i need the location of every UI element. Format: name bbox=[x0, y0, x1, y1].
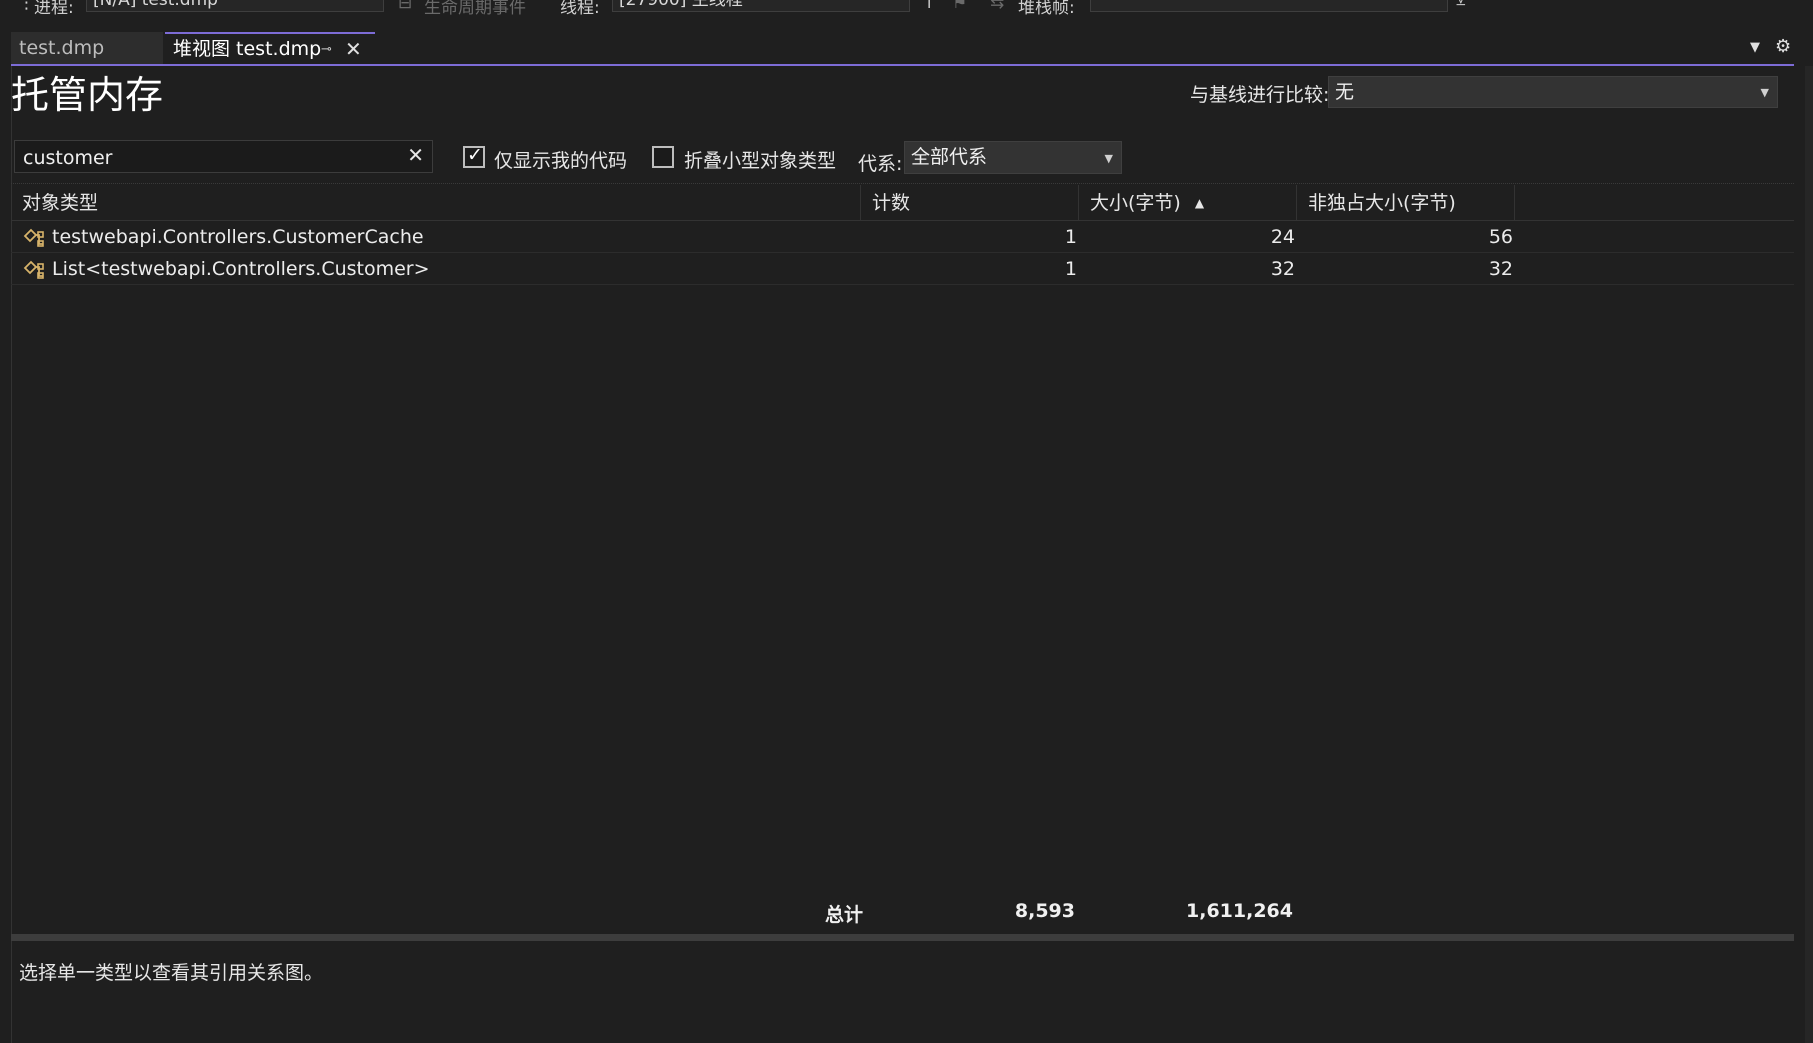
search-box: ✕ bbox=[14, 140, 433, 174]
lifecycle-events-button[interactable]: 生命周期事件 bbox=[424, 0, 526, 16]
process-value: [N/A] test.dmp bbox=[93, 0, 218, 10]
table-header: 对象类型 计数 大小(字节) ▲ 非独占大小(字节) bbox=[11, 185, 1794, 221]
document-tab-strip: test.dmp 堆视图 test.dmp ⊸ ✕ bbox=[0, 32, 1813, 66]
totals-size: 1,611,264 bbox=[1186, 900, 1293, 922]
checkmark-icon: ✓ bbox=[467, 144, 483, 166]
just-my-code-label[interactable]: 仅显示我的代码 bbox=[494, 146, 627, 173]
baseline-select[interactable]: 无 ▼ bbox=[1328, 76, 1778, 108]
lifecycle-events-icon: ⊟ bbox=[398, 0, 413, 13]
count-cell: 1 bbox=[1064, 226, 1077, 248]
page-title: 托管内存 bbox=[11, 73, 164, 117]
process-select[interactable]: [N/A] test.dmp bbox=[86, 0, 384, 12]
search-input[interactable] bbox=[15, 141, 405, 174]
gear-icon[interactable]: ⚙ bbox=[1775, 36, 1791, 57]
inclusive-size-cell: 32 bbox=[1488, 258, 1513, 280]
thread-label: 线程: bbox=[560, 0, 600, 16]
stack-frame-select[interactable] bbox=[1090, 0, 1448, 12]
totals-count: 8,593 bbox=[1014, 900, 1075, 922]
pin-icon[interactable]: ⊸ bbox=[321, 35, 332, 65]
collapse-small-objects-label[interactable]: 折叠小型对象类型 bbox=[684, 146, 836, 173]
baseline-value: 无 bbox=[1335, 81, 1355, 103]
tab-test-dmp[interactable]: test.dmp bbox=[11, 32, 163, 64]
chevron-down-icon: ▼ bbox=[1760, 86, 1769, 99]
thread-select[interactable]: [27900] 主线程 bbox=[612, 0, 910, 12]
stack-frame-icon: ⇆ bbox=[990, 0, 1005, 13]
class-type-icon bbox=[23, 260, 44, 279]
tab-label: 堆视图 test.dmp bbox=[173, 38, 322, 60]
just-my-code-checkbox[interactable]: ✓ bbox=[463, 144, 485, 168]
object-type-cell: List<testwebapi.Controllers.Customer> bbox=[52, 258, 430, 280]
totals-label: 总计 bbox=[824, 904, 863, 926]
process-label: 进程: bbox=[34, 0, 74, 16]
clear-search-icon[interactable]: ✕ bbox=[407, 143, 424, 167]
generation-value: 全部代系 bbox=[911, 146, 988, 168]
pane-splitter[interactable] bbox=[11, 934, 1794, 941]
size-cell: 24 bbox=[1270, 226, 1295, 248]
chevron-down-icon: ▼ bbox=[1104, 152, 1113, 165]
close-icon[interactable]: ✕ bbox=[345, 34, 362, 64]
inclusive-size-cell: 56 bbox=[1488, 226, 1513, 248]
thread-flag-icon[interactable]: ↑ bbox=[922, 0, 936, 13]
table-row[interactable]: testwebapi.Controllers.CustomerCache 1 2… bbox=[11, 221, 1794, 253]
tab-heap-view[interactable]: 堆视图 test.dmp ⊸ ✕ bbox=[165, 32, 375, 64]
thread-value: [27900] 主线程 bbox=[619, 0, 743, 10]
size-cell: 32 bbox=[1270, 258, 1295, 280]
tab-label: test.dmp bbox=[19, 37, 105, 59]
class-type-icon bbox=[23, 228, 44, 247]
generation-select[interactable]: 全部代系 ▼ bbox=[904, 141, 1122, 174]
column-header-object-type[interactable]: 对象类型 bbox=[11, 185, 861, 221]
count-cell: 1 bbox=[1064, 258, 1077, 280]
totals-row: 总计 8,593 1,611,264 bbox=[11, 900, 1794, 934]
divider bbox=[11, 183, 1794, 184]
object-type-cell: testwebapi.Controllers.CustomerCache bbox=[52, 226, 424, 248]
vertical-scrollbar[interactable] bbox=[1805, 66, 1813, 1043]
column-header-inclusive-size[interactable]: 非独占大小(字节) bbox=[1297, 185, 1515, 221]
column-header-size[interactable]: 大小(字节) ▲ bbox=[1079, 185, 1297, 221]
debug-toolbar: ⋮ 进程: [N/A] test.dmp ⊟ 生命周期事件 线程: [27900… bbox=[0, 0, 1813, 16]
tab-list-dropdown-icon[interactable]: ▼ bbox=[1750, 40, 1760, 55]
flag-icon[interactable]: ⚑ bbox=[952, 0, 967, 13]
generation-label: 代系: bbox=[858, 153, 903, 175]
table-row[interactable]: List<testwebapi.Controllers.Customer> 1 … bbox=[11, 253, 1794, 285]
stack-frame-label: 堆栈帧: bbox=[1018, 0, 1075, 16]
drag-grip-icon: ⋮ bbox=[18, 0, 35, 13]
column-header-count[interactable]: 计数 bbox=[861, 185, 1079, 221]
toolbar-overflow-icon[interactable]: ⩡ bbox=[1456, 0, 1466, 13]
collapse-small-objects-checkbox[interactable] bbox=[652, 146, 674, 168]
reference-graph-hint: 选择单一类型以查看其引用关系图。 bbox=[19, 962, 324, 984]
sort-ascending-icon: ▲ bbox=[1194, 196, 1205, 210]
baseline-label: 与基线进行比较: bbox=[1190, 84, 1330, 106]
